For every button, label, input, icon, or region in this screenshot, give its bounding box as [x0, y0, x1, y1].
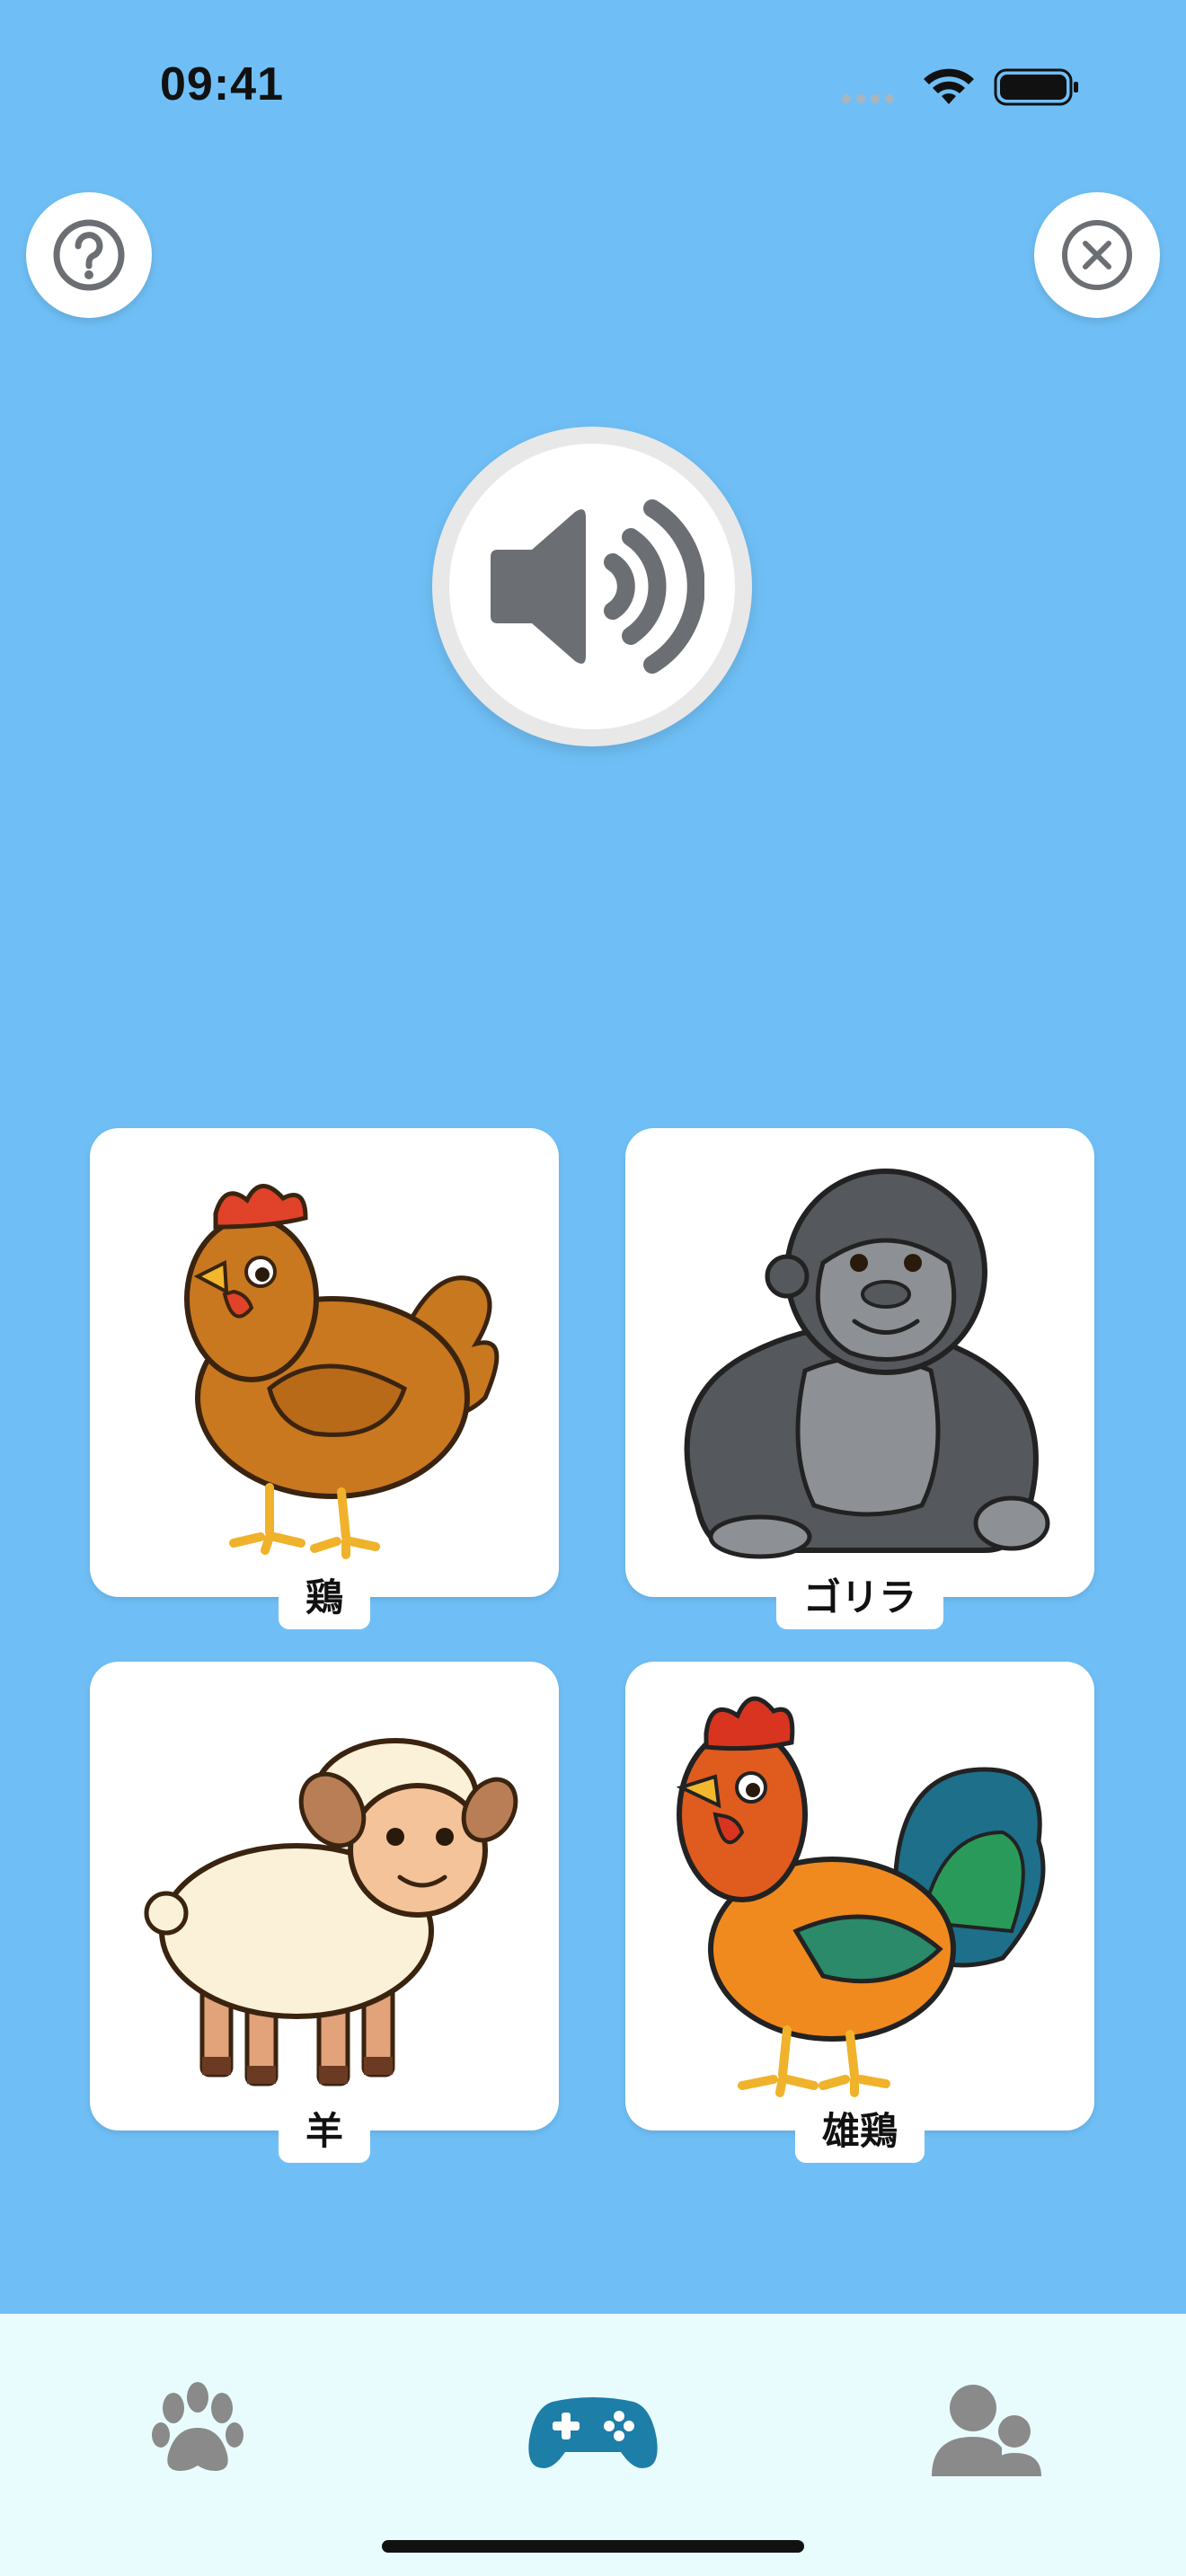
close-button[interactable] [1034, 192, 1160, 318]
home-indicator [382, 2540, 804, 2553]
close-circle-icon [1062, 220, 1132, 290]
signal-icon [842, 94, 894, 103]
gamepad-icon [528, 2397, 658, 2468]
play-sound-button[interactable] [432, 427, 752, 746]
answer-card-hen[interactable]: 鶏 [90, 1128, 559, 1629]
gorilla-image [684, 1169, 1050, 1559]
answer-card-sheep[interactable]: 羊 [90, 1662, 559, 2163]
tab-game[interactable] [521, 2368, 665, 2493]
hen-image [184, 1184, 500, 1559]
speaker-wave-icon [491, 499, 704, 674]
status-icons [836, 65, 1078, 110]
users-icon [932, 2385, 1041, 2476]
card-label: 雄鶏 [794, 2098, 925, 2163]
card-label: 鶏 [278, 1565, 371, 1629]
wifi-icon [924, 68, 974, 104]
battery-icon [994, 68, 1078, 106]
tab-bar [0, 2314, 1186, 2576]
card-label: 羊 [278, 2098, 371, 2163]
sheep-image [144, 1738, 518, 2086]
tab-animals[interactable] [135, 2368, 261, 2493]
answer-card-gorilla[interactable]: ゴリラ [625, 1128, 1094, 1629]
rooster-image [676, 1696, 1046, 2097]
tab-profile[interactable] [925, 2368, 1051, 2493]
answer-card-rooster[interactable]: 雄鶏 [625, 1662, 1094, 2163]
help-button[interactable] [26, 192, 152, 318]
question-circle-icon [53, 219, 125, 291]
card-label: ゴリラ [775, 1565, 944, 1629]
status-time: 09:41 [160, 58, 284, 110]
paw-icon [152, 2382, 243, 2471]
play-sound-button-face [449, 444, 735, 729]
